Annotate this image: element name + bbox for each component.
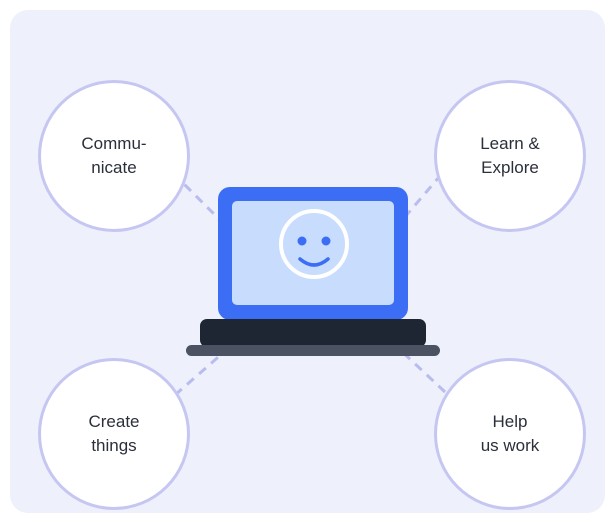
node-communicate: Commu- nicate [38, 80, 190, 232]
node-create-things-label: Create things [88, 412, 140, 455]
laptop-screen [232, 201, 394, 305]
node-help-us-work-label: Help us work [480, 412, 540, 455]
node-help-us-work: Help us work [434, 358, 586, 510]
node-create-things: Create things [38, 358, 190, 510]
node-communicate-label: Commu- nicate [81, 134, 147, 177]
laptop-icon [186, 187, 440, 356]
laptop-keyboard-base [200, 319, 426, 347]
node-learn-explore-label: Learn & Explore [480, 134, 540, 177]
laptop-stand [186, 345, 440, 356]
node-learn-explore: Learn & Explore [434, 80, 586, 232]
